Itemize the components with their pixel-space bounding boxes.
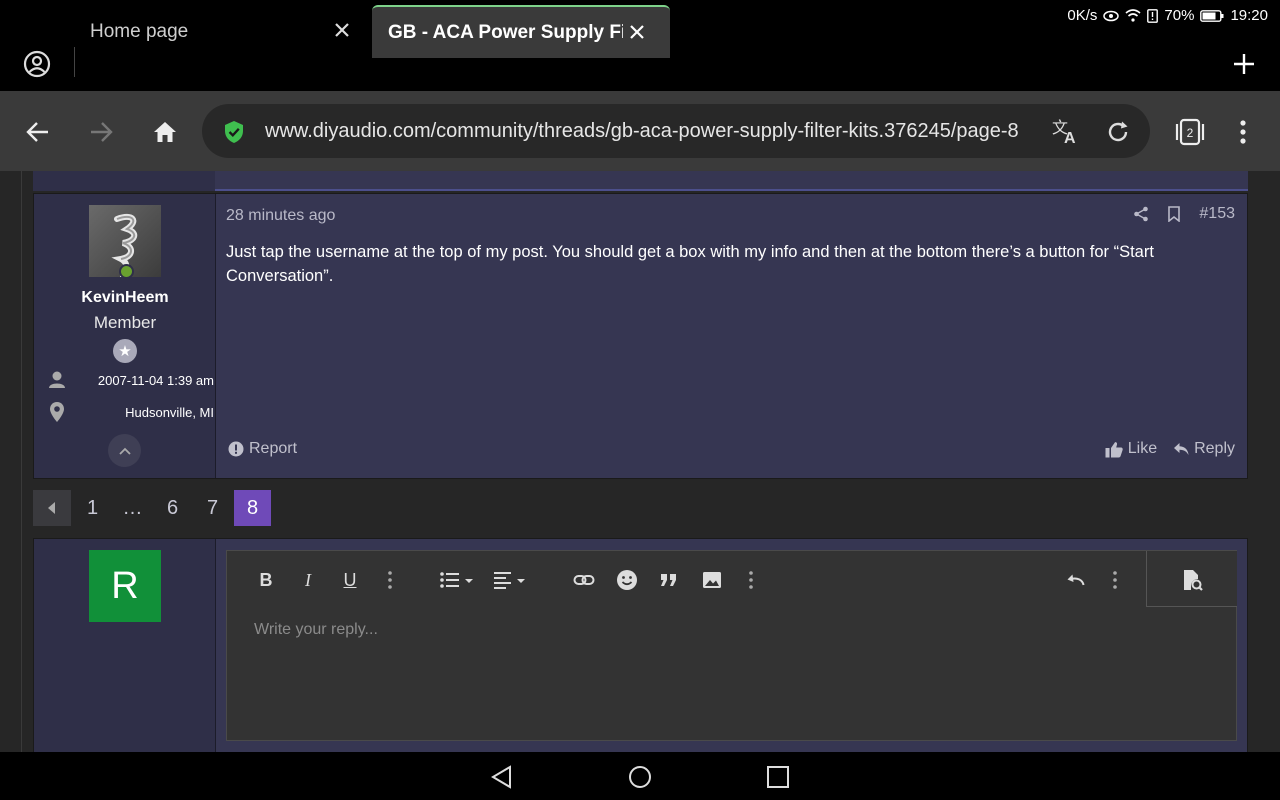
reply-button[interactable]: Reply [1173, 440, 1235, 458]
previous-page-button[interactable] [33, 490, 71, 526]
tab-title: Home page [90, 20, 189, 42]
online-status-indicator [119, 264, 134, 279]
more-options-icon[interactable] [1104, 569, 1126, 591]
location-row: Hudsonville, MI [46, 401, 214, 425]
collapse-user-info-button[interactable] [108, 434, 141, 467]
tab-title: GB - ACA Power Supply Filter Kits [388, 21, 623, 43]
close-icon[interactable] [626, 21, 648, 43]
wifi-icon [1125, 9, 1141, 22]
post-footer-actions: Like Reply [1105, 440, 1235, 458]
nav-recents-icon[interactable] [766, 765, 790, 789]
nav-back-icon[interactable] [490, 765, 514, 789]
close-icon[interactable] [331, 19, 353, 41]
more-menu-icon[interactable] [1231, 119, 1255, 145]
net-speed: 0K/s [1067, 7, 1098, 24]
tab-gb-aca-thread[interactable]: GB - ACA Power Supply Filter Kits [372, 5, 670, 58]
report-button[interactable]: Report [228, 440, 297, 458]
page-link[interactable]: 1 [74, 490, 111, 526]
italic-button[interactable]: I [297, 569, 319, 591]
post-user-column: KevinHeem Member ★ 2007-11-04 1:39 am Hu… [34, 194, 216, 478]
bold-button[interactable]: B [255, 569, 277, 591]
page-content: KevinHeem Member ★ 2007-11-04 1:39 am Hu… [0, 171, 1280, 752]
location-pin-icon [50, 402, 64, 422]
back-arrow-icon[interactable] [25, 119, 51, 145]
emoji-icon[interactable] [616, 569, 638, 591]
page-link-current[interactable]: 8 [234, 490, 271, 526]
like-label: Like [1127, 440, 1158, 457]
reload-icon[interactable] [1105, 119, 1131, 145]
thumbs-up-icon [1105, 441, 1123, 457]
nav-home-icon[interactable] [628, 765, 652, 789]
secure-shield-icon[interactable] [223, 120, 245, 144]
share-icon[interactable] [1133, 206, 1149, 222]
battery-percent: 70% [1164, 7, 1195, 24]
link-icon[interactable] [573, 569, 595, 591]
report-label: Report [249, 440, 298, 457]
post-header-actions: #153 [1133, 205, 1235, 223]
alert-sim-icon [1147, 8, 1159, 23]
translate-icon[interactable]: 文A [1051, 117, 1081, 145]
page-gutter [21, 171, 22, 752]
list-dropdown-icon[interactable] [439, 569, 477, 591]
reply-arrow-icon [1174, 443, 1189, 455]
status-indicators: 0K/s 70% 19:20 [1067, 7, 1268, 24]
quote-icon[interactable] [658, 569, 680, 591]
like-button[interactable]: Like [1105, 440, 1157, 458]
more-text-options-icon[interactable] [379, 569, 401, 591]
preview-button[interactable] [1146, 551, 1237, 607]
undo-icon[interactable] [1065, 569, 1087, 591]
page-link[interactable]: 7 [194, 490, 231, 526]
alert-circle-icon [228, 441, 244, 457]
star-icon: ★ [113, 339, 137, 363]
editor-toolbar: B I U [227, 551, 1237, 607]
tab-home-page[interactable]: Home page [75, 5, 375, 58]
preview-document-icon [1184, 570, 1203, 591]
caret-left-icon [48, 502, 55, 514]
clock: 19:20 [1230, 7, 1268, 24]
previous-post-footer [33, 171, 1248, 191]
tab-count: 2 [1187, 126, 1194, 140]
account-icon[interactable] [23, 50, 51, 78]
reply-textarea[interactable]: Write your reply... [254, 621, 378, 639]
underline-button[interactable]: U [339, 569, 361, 591]
eye-icon [1103, 10, 1120, 21]
page-ellipsis[interactable]: … [114, 490, 151, 526]
page-link[interactable]: 6 [154, 490, 191, 526]
home-icon[interactable] [152, 119, 178, 145]
image-icon[interactable] [701, 569, 723, 591]
quick-reply: R B I U Write your reply... [33, 538, 1248, 752]
joined-date: 2007-11-04 1:39 am [97, 373, 214, 388]
address-bar[interactable]: www.diyaudio.com/community/threads/gb-ac… [202, 104, 1150, 158]
more-insert-options-icon[interactable] [740, 569, 762, 591]
chevron-up-icon [118, 447, 131, 455]
url-text[interactable]: www.diyaudio.com/community/threads/gb-ac… [265, 120, 1043, 143]
bookmark-icon[interactable] [1167, 206, 1181, 222]
post-timestamp[interactable]: 28 minutes ago [226, 207, 335, 225]
forum-post: KevinHeem Member ★ 2007-11-04 1:39 am Hu… [33, 193, 1248, 479]
user-title: Member [93, 313, 157, 332]
system-navigation-bar [0, 752, 1280, 800]
person-icon [49, 371, 65, 388]
reply-user-column: R [34, 539, 216, 752]
svg-text:A: A [1064, 130, 1076, 145]
reply-label: Reply [1194, 440, 1235, 457]
avatar: R [89, 550, 161, 622]
post-body: 28 minutes ago #153 Just tap the usernam… [216, 194, 1247, 478]
tab-switcher-icon[interactable]: 2 [1175, 117, 1205, 147]
post-username[interactable]: KevinHeem [34, 289, 216, 307]
battery-icon [1200, 9, 1224, 22]
forward-arrow-icon[interactable] [88, 119, 114, 145]
pagination: 1 … 6 7 8 [33, 490, 274, 526]
align-dropdown-icon[interactable] [493, 569, 529, 591]
user-location[interactable]: Hudsonville, MI [125, 405, 214, 420]
post-number[interactable]: #153 [1199, 205, 1235, 223]
new-tab-icon[interactable] [1232, 52, 1256, 76]
reply-editor: B I U Write your reply... [226, 550, 1237, 741]
post-message: Just tap the username at the top of my p… [226, 243, 1154, 285]
joined-row: 2007-11-04 1:39 am [46, 369, 214, 393]
